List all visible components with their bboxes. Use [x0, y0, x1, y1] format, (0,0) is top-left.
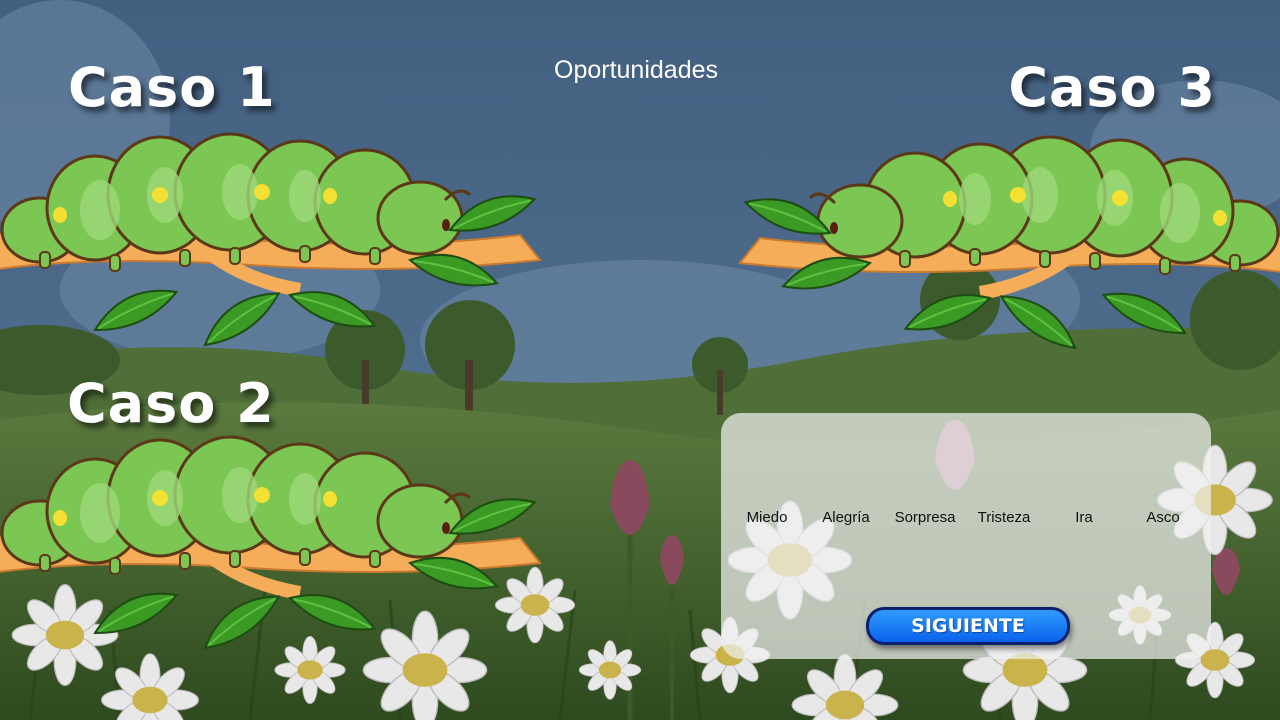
emotion-option-asco[interactable]: Asco: [1123, 509, 1203, 526]
attempts-label: Oportunidades: [554, 56, 719, 84]
emotion-option-alegria[interactable]: Alegría: [806, 509, 886, 526]
emotion-option-sorpresa[interactable]: Sorpresa: [885, 509, 965, 526]
case-3-title: Caso 3: [1008, 56, 1216, 119]
emotion-option-miedo[interactable]: Miedo: [727, 509, 807, 526]
case-1-title: Caso 1: [68, 56, 276, 119]
emotion-option-ira[interactable]: Ira: [1044, 509, 1124, 526]
emotion-panel: Miedo Alegría Sorpresa Tristeza Ira Asco…: [721, 413, 1211, 659]
case-2-title: Caso 2: [67, 372, 275, 435]
next-button[interactable]: SIGUIENTE: [866, 607, 1070, 645]
emotion-option-tristeza[interactable]: Tristeza: [964, 509, 1044, 526]
emotion-options: Miedo Alegría Sorpresa Tristeza Ira Asco: [721, 509, 1211, 533]
